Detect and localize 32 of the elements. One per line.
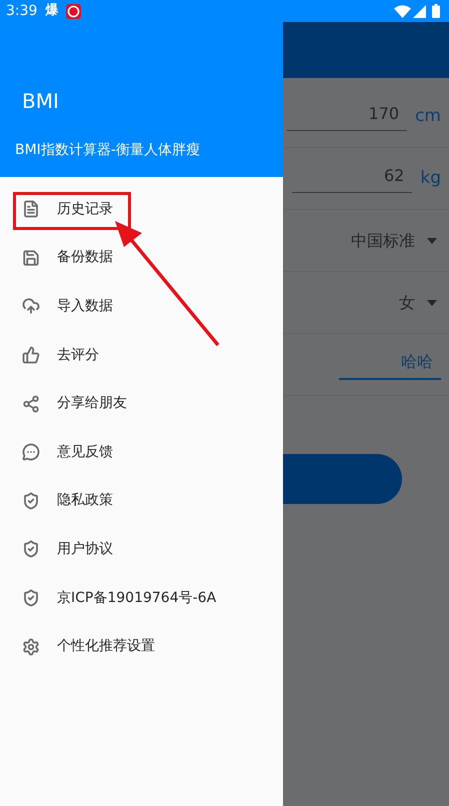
- document-icon: [22, 200, 40, 218]
- notification-glyph: 爆: [45, 2, 58, 20]
- unit-label: kg: [420, 166, 441, 190]
- drawer-item[interactable]: 导入数据: [0, 282, 283, 331]
- drawer-item[interactable]: 京ICP备19019764号-6A: [0, 574, 283, 622]
- drawer-title: BMI: [21, 88, 60, 115]
- drawer-item[interactable]: 意见反馈: [0, 428, 283, 477]
- app-notification-icon: [66, 4, 82, 18]
- caret-icon: [427, 300, 437, 306]
- unit-label: cm: [415, 104, 441, 128]
- caret-icon: [427, 238, 437, 244]
- settings-icon: [22, 638, 40, 656]
- drawer-item[interactable]: 隐私政策: [0, 476, 283, 526]
- wifi-icon: [394, 4, 411, 18]
- signal-icon: [413, 4, 426, 18]
- shield-check-icon: [22, 540, 40, 558]
- drawer-item[interactable]: 个性化推荐设置: [0, 622, 283, 671]
- drawer-item[interactable]: 去评分: [0, 330, 283, 380]
- drawer-item[interactable]: 分享给朋友: [0, 379, 283, 428]
- cloud-upload-icon: [22, 297, 40, 316]
- thumbs-up-icon: [22, 346, 40, 364]
- drawer-item[interactable]: 用户协议: [0, 525, 283, 574]
- shield-check-icon: [22, 492, 40, 510]
- chat-bubble-icon: [22, 443, 40, 462]
- calculate-button[interactable]: [283, 454, 402, 504]
- battery-icon: [432, 4, 440, 18]
- status-time: 3:39: [6, 2, 38, 20]
- drawer-item[interactable]: 历史记录: [0, 185, 283, 234]
- share-icon: [22, 394, 40, 413]
- shield-check-icon: [22, 589, 40, 608]
- drawer-item[interactable]: 备份数据: [0, 234, 283, 282]
- drawer-subtitle: BMI指数计算器-衡量人体胖瘦: [15, 141, 201, 160]
